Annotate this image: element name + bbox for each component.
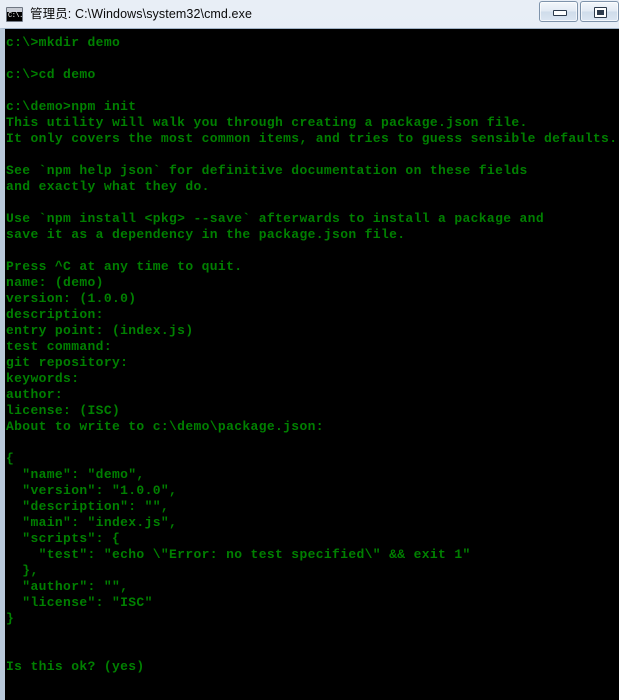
title-bar[interactable]: C:\. 管理员: C:\Windows\system32\cmd.exe [0,0,619,28]
maximize-icon-inner [597,10,604,15]
console-output: c:\>mkdir demo c:\>cd demo c:\demo>npm i… [6,35,618,674]
cmd-window: C:\. 管理员: C:\Windows\system32\cmd.exe c:… [0,0,619,700]
maximize-icon [594,7,607,18]
window-title: 管理员: C:\Windows\system32\cmd.exe [30,7,253,21]
cmd-console-icon: C:\. [6,7,23,22]
window-controls [537,1,619,22]
maximize-button[interactable] [580,1,619,22]
minimize-button[interactable] [539,1,578,22]
icon-prompt-text: C:\. [8,12,23,20]
minimize-icon [553,10,567,16]
console-client-area[interactable]: c:\>mkdir demo c:\>cd demo c:\demo>npm i… [5,29,619,700]
console-frame: c:\>mkdir demo c:\>cd demo c:\demo>npm i… [0,28,619,700]
